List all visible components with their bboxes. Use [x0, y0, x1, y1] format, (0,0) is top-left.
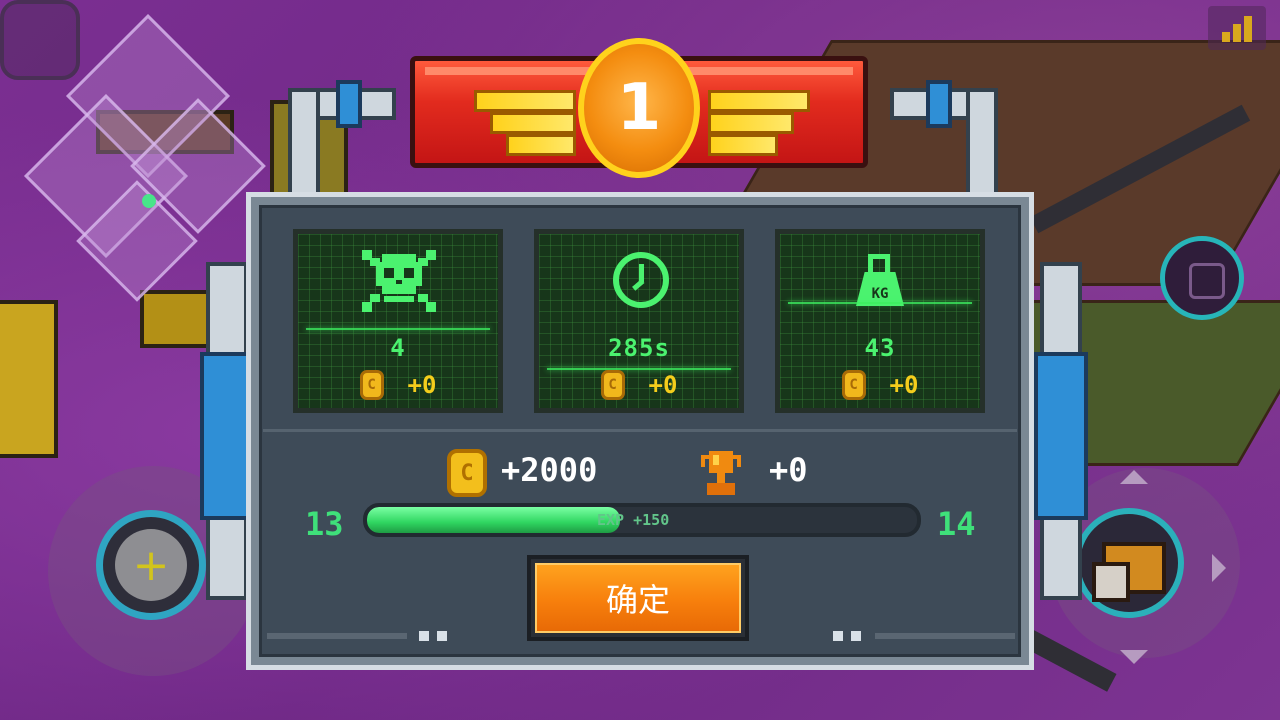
footer-dot [437, 631, 447, 641]
pipe-connector [1034, 352, 1088, 520]
wing-stripe [708, 90, 810, 112]
divider [263, 429, 1017, 432]
player-marker-icon [142, 194, 156, 208]
trophy-reward-value: +0 [769, 451, 808, 489]
gold-reward-value: +2000 [501, 451, 598, 489]
wing-stripe [474, 90, 576, 112]
coin-icon: C [841, 370, 866, 400]
next-level: 14 [937, 505, 976, 543]
arrow-down-icon [1120, 650, 1148, 664]
pipe-connector [926, 80, 952, 128]
arrow-up-icon [1120, 470, 1148, 484]
current-level: 13 [305, 505, 344, 543]
frame-pipe [966, 88, 998, 206]
kills-value: 4 [390, 334, 406, 362]
rank-medal: 1 [578, 38, 700, 178]
signal-strength-icon [1208, 6, 1266, 50]
kg-weight-icon: KG [852, 254, 908, 308]
wing-stripe [708, 112, 794, 134]
weight-value: 43 [864, 334, 896, 362]
confirm-button-label: 确定 [535, 563, 741, 633]
footer-trim [267, 633, 407, 639]
movement-joystick[interactable]: + [96, 510, 206, 620]
weight-handle [868, 254, 890, 272]
rank-banner: 1 [410, 38, 868, 186]
weight-body: KG [856, 272, 904, 306]
weight-coin-value: +0 [889, 371, 919, 399]
pipe-connector [336, 80, 362, 128]
plus-icon: + [132, 539, 170, 591]
weight-coin-reward: C +0 [780, 370, 980, 400]
skull-crossbones-icon [362, 250, 436, 312]
wing-stripe [490, 112, 576, 134]
coin-icon: C [359, 370, 384, 400]
skill-button[interactable] [1160, 236, 1244, 320]
coin-icon: C [600, 370, 625, 400]
exp-progress-fill [367, 507, 620, 533]
scan-line [788, 302, 972, 304]
scan-line [306, 328, 490, 330]
trophy-icon [701, 451, 741, 495]
kills-coin-reward: C +0 [298, 370, 498, 400]
time-stat-card: 285s C +0 [534, 229, 744, 413]
results-dialog: 4 C +0 285s C +0 KG 43 C +0 C +2000 +0 1… [246, 192, 1034, 670]
wing-stripe [708, 134, 778, 156]
kills-coin-value: +0 [407, 371, 437, 399]
gold-coin-icon: C [447, 449, 487, 497]
footer-dot [833, 631, 843, 641]
exp-gain-label: EXP +150 [597, 511, 670, 529]
arrow-right-icon [1212, 554, 1226, 582]
footer-dot [851, 631, 861, 641]
crate [0, 300, 58, 458]
footer-dot [419, 631, 429, 641]
footer-trim [875, 633, 1015, 639]
time-coin-value: +0 [648, 371, 678, 399]
wing-stripe [506, 134, 576, 156]
weapon-button[interactable] [1074, 508, 1184, 618]
weight-stat-card: KG 43 C +0 [775, 229, 985, 413]
frame-pipe [288, 88, 320, 206]
confirm-button[interactable]: 确定 [527, 555, 749, 641]
clock-icon [613, 252, 669, 308]
exp-progress-bar: EXP +150 [363, 503, 921, 537]
kills-stat-card: 4 C +0 [293, 229, 503, 413]
weapon-icon [1092, 562, 1130, 602]
total-rewards: C +2000 +0 [251, 441, 1029, 501]
time-value: 285s [608, 334, 670, 362]
time-coin-reward: C +0 [539, 370, 739, 400]
